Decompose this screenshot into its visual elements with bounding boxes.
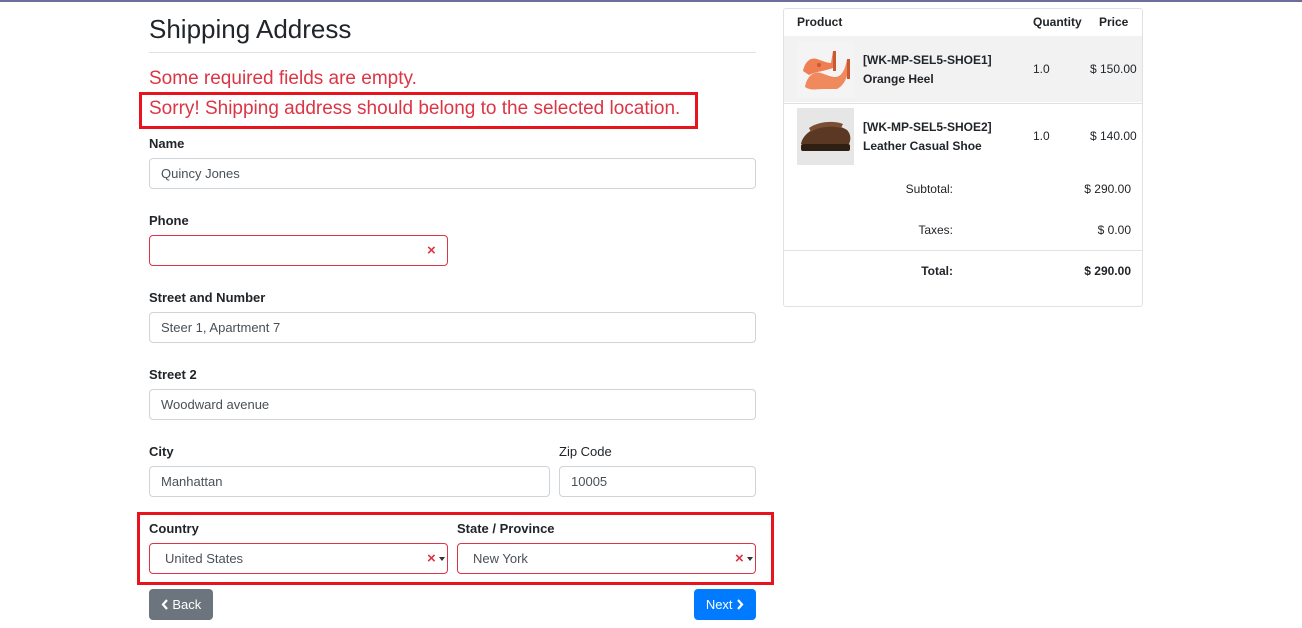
chevron-left-icon (161, 599, 168, 610)
phone-input[interactable]: × (149, 235, 448, 266)
street-value: Steer 1, Apartment 7 (161, 320, 281, 335)
chevron-down-icon[interactable] (747, 557, 753, 561)
item-quantity: 1.0 (1033, 129, 1050, 143)
taxes-label: Taxes: (918, 223, 953, 237)
item-quantity: 1.0 (1033, 62, 1050, 76)
annotation-box-error (139, 92, 698, 129)
item-price: $ 150.00 (1090, 62, 1137, 76)
country-clear-icon[interactable]: × (427, 544, 436, 573)
header-product: Product (797, 15, 843, 29)
total-label: Total: (921, 264, 953, 278)
street-input[interactable]: Steer 1, Apartment 7 (149, 312, 756, 343)
phone-label: Phone (149, 213, 189, 228)
name-input[interactable]: Quincy Jones (149, 158, 756, 189)
back-button[interactable]: Back (149, 589, 213, 620)
subtotal-value: $ 290.00 (1084, 182, 1131, 196)
page-title: Shipping Address (149, 14, 352, 44)
street-label: Street and Number (149, 290, 266, 305)
state-label: State / Province (457, 521, 555, 536)
row-divider (784, 103, 1142, 104)
item-name: Leather Casual Shoe (863, 139, 982, 153)
name-label: Name (149, 136, 185, 151)
street2-label: Street 2 (149, 367, 197, 382)
country-label: Country (149, 521, 199, 536)
name-value: Quincy Jones (161, 166, 240, 181)
item-price: $ 140.00 (1090, 129, 1137, 143)
state-select[interactable]: New York × (457, 543, 756, 574)
leather-shoe-image (797, 108, 854, 165)
next-button[interactable]: Next (694, 589, 756, 620)
item-code: [WK-MP-SEL5-SHOE1] (863, 53, 992, 67)
chevron-down-icon[interactable] (439, 557, 445, 561)
total-divider (784, 250, 1142, 251)
error-required-fields: Some required fields are empty. (149, 68, 417, 89)
state-value: New York (473, 551, 528, 566)
zip-input[interactable]: 10005 (559, 466, 756, 497)
top-border-line (0, 0, 1302, 2)
zip-label: Zip Code (559, 444, 612, 459)
subtotal-label: Subtotal: (905, 182, 953, 196)
country-value: United States (165, 551, 244, 566)
item-code: [WK-MP-SEL5-SHOE2] (863, 120, 992, 134)
orange-heel-image (797, 41, 854, 98)
city-value: Manhattan (161, 474, 223, 489)
street2-input[interactable]: Woodward avenue (149, 389, 756, 420)
total-value: $ 290.00 (1084, 264, 1131, 278)
item-name: Orange Heel (863, 72, 934, 86)
header-price: Price (1099, 15, 1129, 29)
title-divider (149, 52, 756, 53)
phone-error-icon: × (427, 242, 436, 259)
city-input[interactable]: Manhattan (149, 466, 550, 497)
taxes-value: $ 0.00 (1097, 223, 1131, 237)
state-clear-icon[interactable]: × (735, 544, 744, 573)
zip-value: 10005 (571, 474, 608, 489)
country-select[interactable]: United States × (149, 543, 448, 574)
city-label: City (149, 444, 174, 459)
header-quantity: Quantity (1033, 15, 1082, 29)
back-label: Back (172, 597, 202, 612)
next-label: Next (705, 597, 733, 612)
street2-value: Woodward avenue (161, 397, 270, 412)
chevron-right-icon (737, 599, 744, 610)
